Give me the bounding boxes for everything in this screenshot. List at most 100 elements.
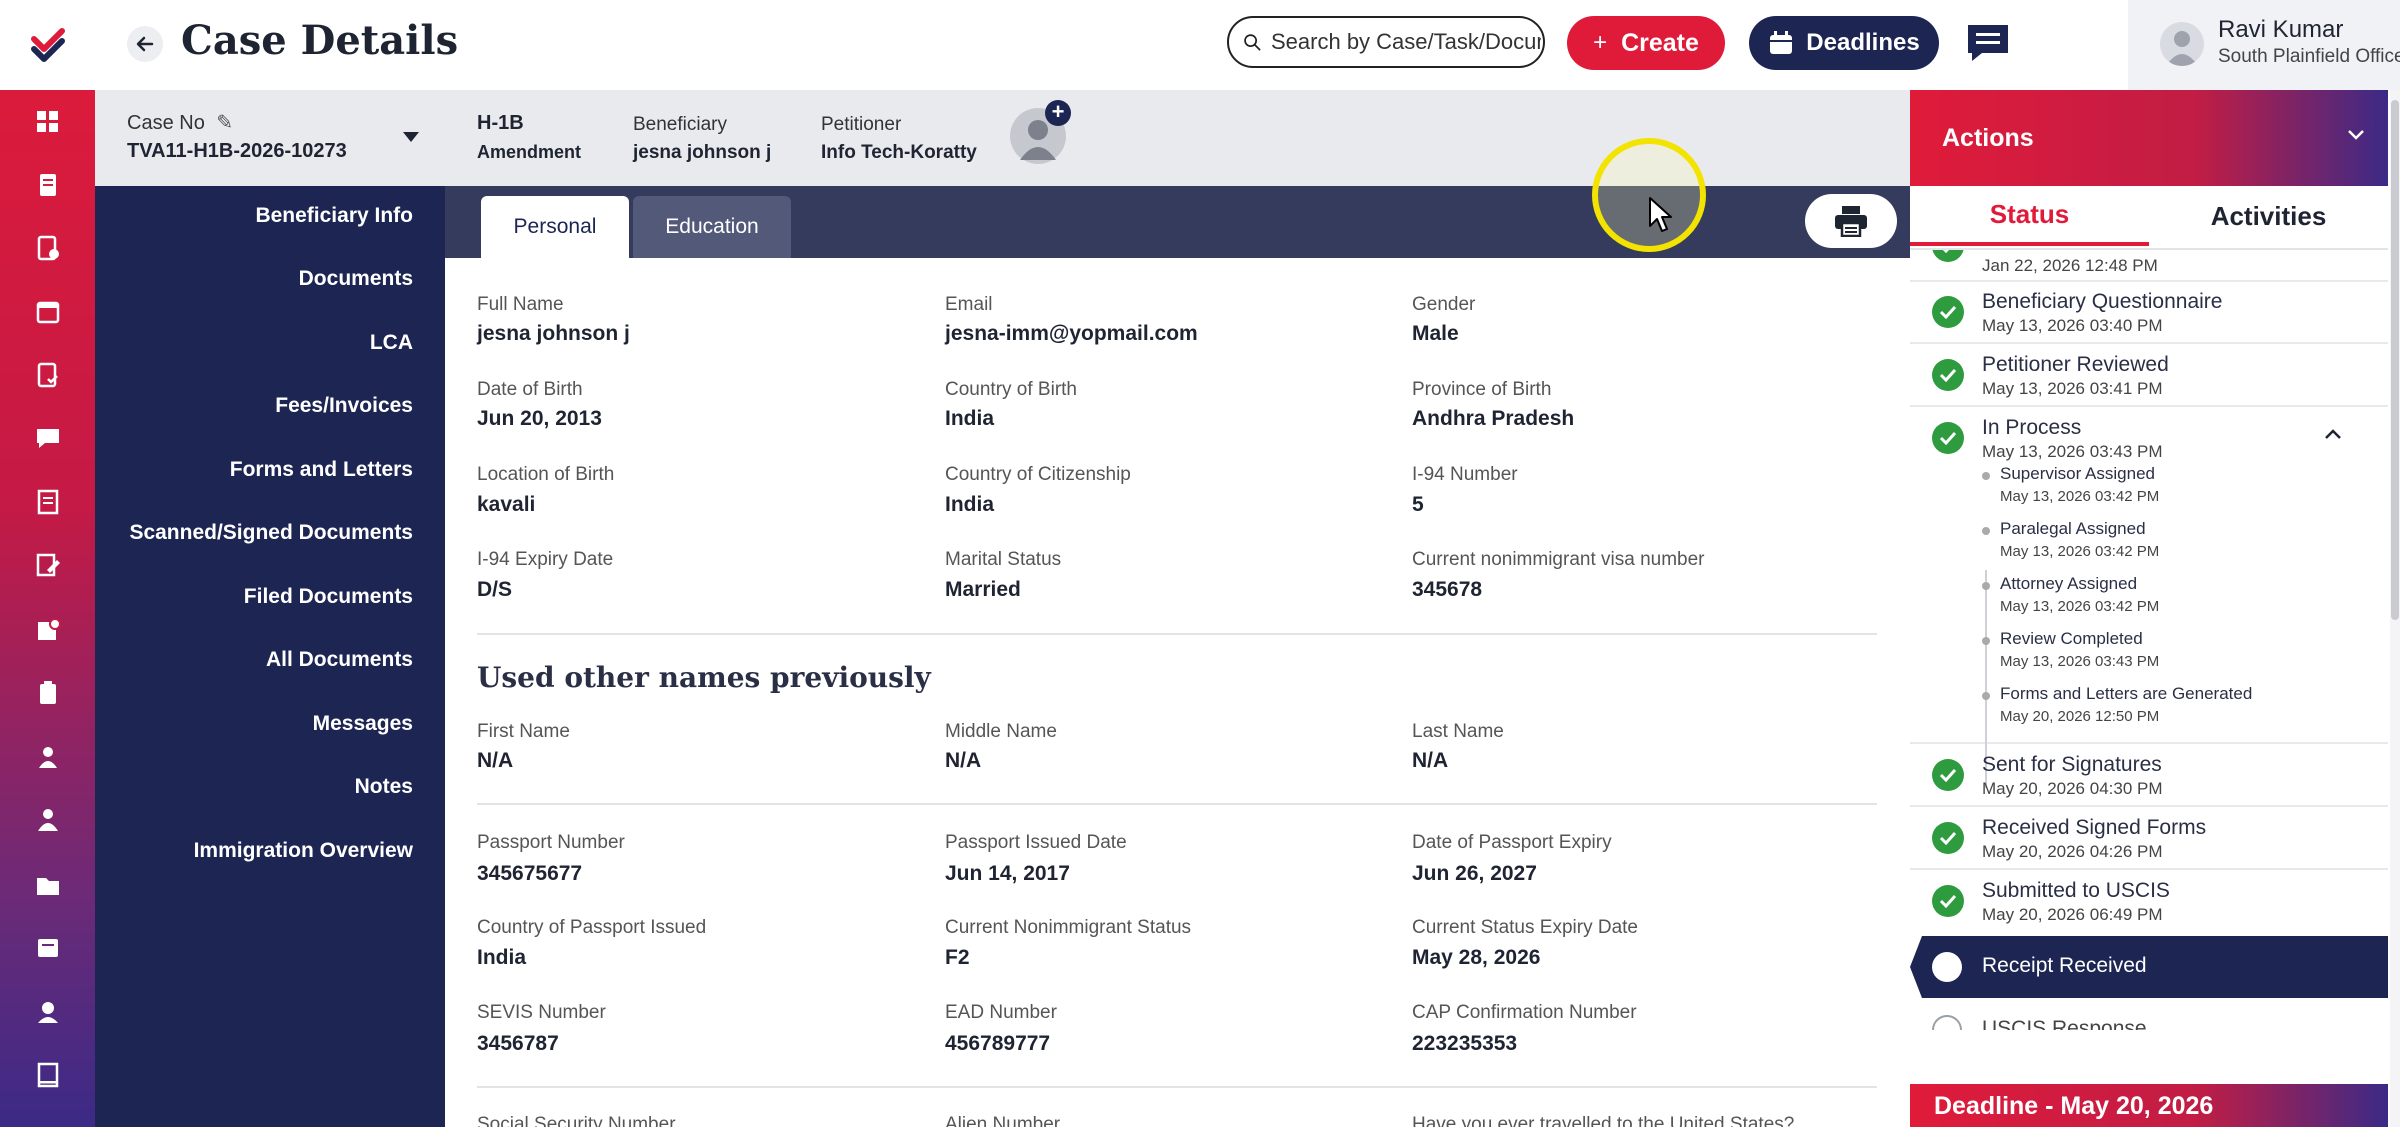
nav-messages[interactable]: Messages (313, 712, 413, 736)
rail-notes-icon[interactable] (0, 928, 95, 968)
tab-activities[interactable]: Activities (2149, 186, 2388, 246)
rail-team-icon[interactable] (0, 800, 95, 840)
case-no-label: Case No ✎ (127, 110, 233, 135)
rail-messages-icon[interactable] (0, 418, 95, 458)
cursor-highlight (1592, 138, 1706, 252)
brand-logo[interactable] (0, 0, 95, 90)
rail-tasks-icon[interactable] (0, 228, 95, 268)
pencil-icon[interactable]: ✎ (216, 112, 233, 134)
field-label: Country of Birth (945, 379, 1077, 400)
rail-folder-icon[interactable] (0, 865, 95, 905)
field-value: Male (1412, 322, 1459, 345)
field-label: I-94 Number (1412, 464, 1518, 485)
top-header: Case Details + Create Deadlines Ravi Kum… (95, 0, 2400, 90)
user-name: Ravi Kumar (2218, 16, 2344, 43)
tab-education[interactable]: Education (633, 196, 791, 258)
visa-subtype: Amendment (477, 142, 582, 162)
chevron-down-icon[interactable] (2346, 128, 2366, 142)
nav-immigration-overview[interactable]: Immigration Overview (194, 839, 413, 863)
field-value: Andhra Pradesh (1412, 407, 1575, 430)
chat-button[interactable] (1965, 20, 2011, 66)
nav-beneficiary-info[interactable]: Beneficiary Info (255, 204, 413, 228)
field-label: Province of Birth (1412, 379, 1552, 400)
print-button[interactable] (1805, 194, 1897, 248)
check-circle-icon (1932, 759, 1964, 791)
beneficiary-label: Beneficiary (633, 114, 727, 135)
rail-contacts-icon[interactable] (0, 992, 95, 1032)
printer-icon (1835, 206, 1867, 237)
status-date: May 13, 2026 03:41 PM (1982, 379, 2163, 398)
rail-edit-icon[interactable] (0, 545, 95, 585)
deadlines-button[interactable]: Deadlines (1749, 16, 1939, 70)
tab-status[interactable]: Status (1910, 186, 2149, 246)
back-button[interactable] (127, 26, 163, 62)
rail-checklist-icon[interactable] (0, 355, 95, 395)
check-circle-icon (1932, 822, 1964, 854)
nav-all-documents[interactable]: All Documents (266, 648, 413, 672)
create-button[interactable]: + Create (1567, 16, 1725, 70)
plus-icon: + (1593, 29, 1608, 56)
field-value: Jun 14, 2017 (945, 862, 1070, 885)
petitioner-name[interactable]: Info Tech-Koratty (821, 142, 977, 164)
user-menu[interactable]: Ravi Kumar South Plainfield Office (2128, 0, 2400, 90)
app-root: Case Details + Create Deadlines Ravi Kum… (0, 0, 2400, 1127)
nav-documents[interactable]: Documents (299, 267, 413, 291)
check-circle-icon (1932, 250, 1964, 262)
divider (477, 803, 1877, 805)
nav-lca[interactable]: LCA (370, 331, 413, 355)
nav-scanned-signed[interactable]: Scanned/Signed Documents (129, 521, 413, 545)
field-value: F2 (945, 946, 970, 969)
rail-clipboard-icon[interactable] (0, 673, 95, 713)
arrow-left-icon (136, 36, 154, 52)
user-avatar-icon (2166, 31, 2198, 66)
case-dropdown-icon[interactable] (403, 132, 419, 142)
field-label: Current Status Expiry Date (1412, 917, 1638, 938)
status-row-current[interactable]: Receipt Received (1910, 936, 2388, 998)
status-title: USCIS Response (1982, 1017, 2147, 1030)
substatus-date: May 13, 2026 03:42 PM (2000, 543, 2160, 560)
field-value: India (945, 407, 995, 430)
actions-title: Actions (1942, 124, 2034, 152)
search-input[interactable] (1269, 28, 1543, 56)
substatus-date: May 13, 2026 03:42 PM (2000, 488, 2160, 505)
field-value: N/A (477, 749, 514, 772)
add-assignee-icon[interactable]: + (1045, 100, 1071, 126)
search-box[interactable] (1227, 16, 1545, 68)
nav-notes[interactable]: Notes (355, 775, 413, 799)
nav-forms-letters[interactable]: Forms and Letters (230, 458, 413, 482)
other-names-heading: Used other names previously (477, 661, 931, 694)
status-date: May 20, 2026 06:49 PM (1982, 905, 2163, 924)
deadline-bar[interactable]: Deadline - May 20, 2026 (1910, 1084, 2388, 1127)
nav-fees-invoices[interactable]: Fees/Invoices (275, 394, 413, 418)
field-value: N/A (945, 749, 982, 772)
search-icon (1244, 34, 1261, 51)
status-date: May 13, 2026 03:43 PM (1982, 442, 2163, 461)
nav-filed-documents[interactable]: Filed Documents (244, 585, 413, 609)
check-circle-icon (1932, 296, 1964, 328)
beneficiary-name[interactable]: jesna johnson j (633, 142, 771, 164)
rail-reports-icon[interactable] (0, 610, 95, 650)
status-row: Received Signed Forms May 20, 2026 04:26… (1910, 806, 2388, 870)
chat-icon (1968, 25, 2008, 61)
chevron-up-icon[interactable] (2324, 428, 2342, 440)
rail-calendar-icon[interactable] (0, 292, 95, 332)
rail-user-icon[interactable] (0, 737, 95, 777)
logo-icon (30, 28, 65, 62)
tab-personal[interactable]: Personal (481, 196, 629, 258)
rail-cases-icon[interactable] (0, 165, 95, 205)
field-value: kavali (477, 493, 536, 516)
status-title: In Process (1982, 416, 2082, 439)
status-row-pending[interactable]: USCIS Response (1910, 999, 2388, 1030)
field-label: Last Name (1412, 721, 1504, 742)
rail-dashboard-icon[interactable] (0, 102, 95, 142)
status-title: Sent for Signatures (1982, 753, 2162, 776)
rail-documents-icon[interactable] (0, 482, 95, 522)
pending-status-icon (1932, 1015, 1962, 1030)
scrollbar-thumb[interactable] (2391, 100, 2399, 620)
actions-header[interactable]: Actions (1910, 90, 2388, 186)
avatar (2160, 22, 2204, 66)
substatus-dot (1982, 582, 1990, 590)
rail-book-icon[interactable] (0, 1055, 95, 1095)
field-value: May 28, 2026 (1412, 946, 1541, 969)
field-value: 5 (1412, 493, 1424, 516)
